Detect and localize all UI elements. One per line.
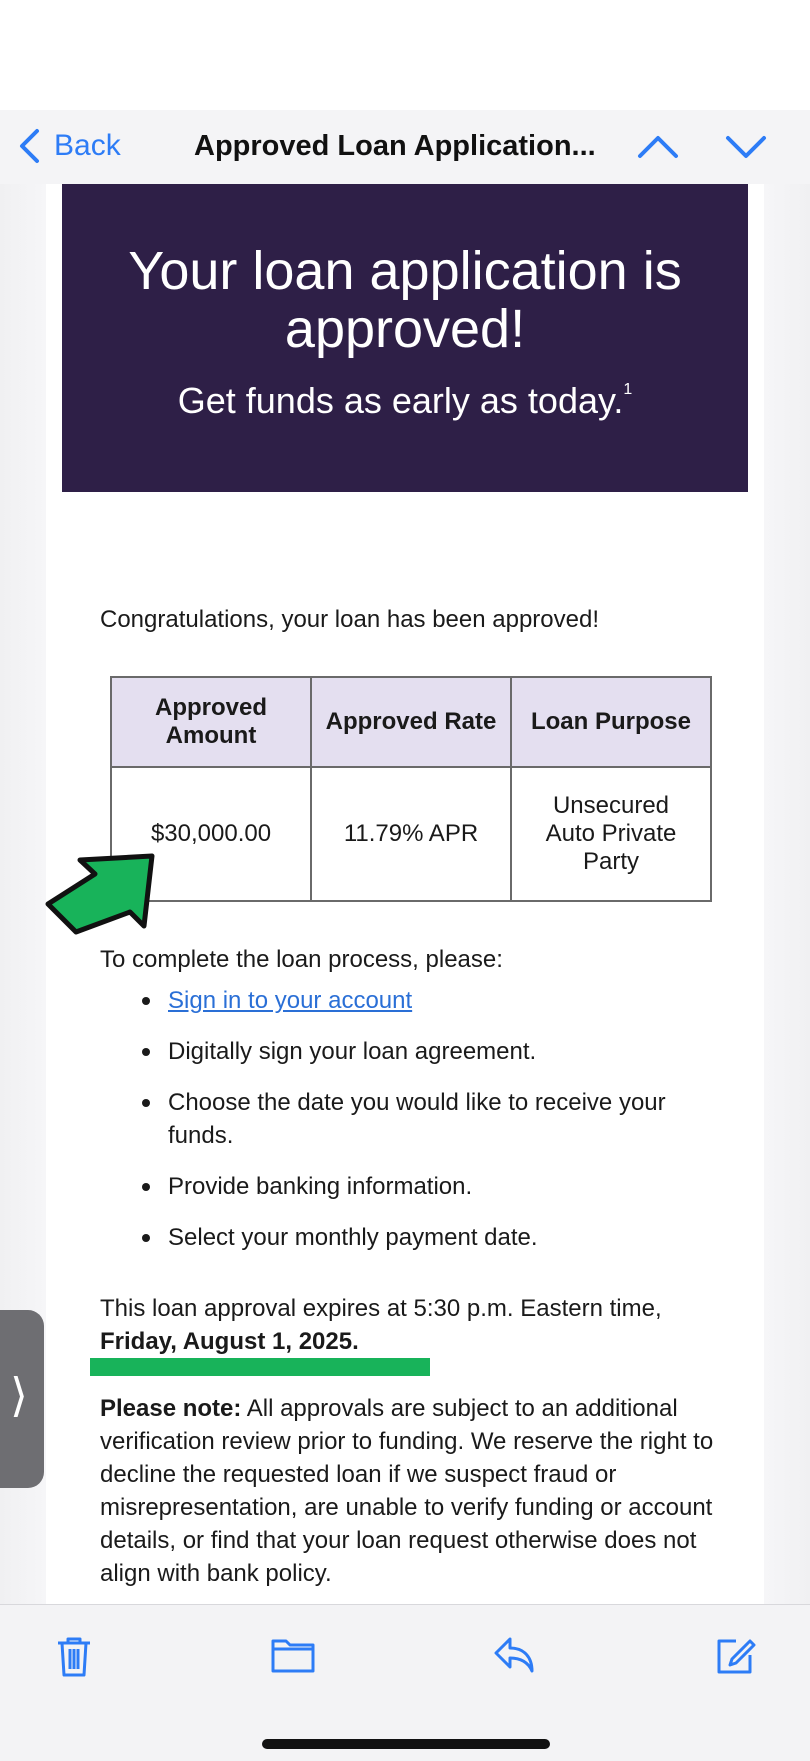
- list-item: Digitally sign your loan agreement.: [138, 1035, 698, 1068]
- reply-button[interactable]: [492, 1635, 536, 1680]
- banner-headline: Your loan application is approved!: [128, 241, 682, 359]
- loan-details-table: Approved Amount Approved Rate Loan Purpo…: [110, 676, 712, 902]
- note-label: Please note:: [100, 1395, 242, 1422]
- header-approved-amount: Approved Amount: [110, 676, 312, 768]
- right-gutter: [764, 184, 810, 1604]
- bottom-toolbar: [0, 1604, 810, 1761]
- compose-button[interactable]: [714, 1635, 756, 1682]
- note-text: All approvals are subject to an addition…: [100, 1395, 714, 1587]
- list-item: Choose the date you would like to receiv…: [138, 1086, 698, 1152]
- header-loan-purpose: Loan Purpose: [510, 676, 712, 768]
- cell-approved-rate: 11.79% APR: [310, 766, 512, 902]
- previous-message-button[interactable]: [636, 130, 680, 167]
- trash-button[interactable]: [54, 1635, 94, 1684]
- side-panel-handle[interactable]: ⟩: [0, 1310, 44, 1488]
- expiration-notice: This loan approval expires at 5:30 p.m. …: [100, 1292, 720, 1358]
- approval-banner: Your loan application is approved! Get f…: [62, 184, 748, 492]
- mail-nav-bar: Back Approved Loan Application...: [0, 110, 810, 185]
- home-indicator[interactable]: [262, 1739, 550, 1749]
- chevron-right-icon: ⟩: [10, 1369, 28, 1421]
- back-button[interactable]: Back: [18, 126, 121, 166]
- verification-note: Please note: All approvals are subject t…: [100, 1392, 720, 1590]
- chevron-left-icon: [20, 129, 39, 163]
- cell-loan-purpose: Unsecured Auto Private Party: [510, 766, 712, 902]
- sign-in-link[interactable]: Sign in to your account: [168, 987, 412, 1014]
- chevron-up-icon: [638, 136, 678, 158]
- footnote-marker: 1: [623, 381, 633, 398]
- chevron-down-icon: [726, 136, 766, 158]
- steps-list: Sign in to your account Digitally sign y…: [138, 984, 698, 1272]
- green-arrow-icon: [45, 853, 155, 935]
- list-item: Sign in to your account: [138, 984, 698, 1017]
- compose-icon: [717, 1639, 756, 1674]
- expiration-text: This loan approval expires at 5:30 p.m. …: [100, 1295, 662, 1322]
- table-header-row: Approved Amount Approved Rate Loan Purpo…: [110, 676, 712, 768]
- list-item: Select your monthly payment date.: [138, 1221, 698, 1254]
- move-to-folder-button[interactable]: [270, 1635, 316, 1680]
- banner-subhead: Get funds as early as today.1: [62, 380, 748, 422]
- next-message-button[interactable]: [724, 130, 768, 167]
- congratulations-text: Congratulations, your loan has been appr…: [100, 606, 600, 633]
- steps-intro: To complete the loan process, please:: [100, 946, 503, 973]
- highlight-underline: [90, 1358, 430, 1376]
- table-row: $30,000.00 11.79% APR Unsecured Auto Pri…: [110, 766, 712, 902]
- reply-icon: [494, 1637, 534, 1673]
- header-approved-rate: Approved Rate: [310, 676, 512, 768]
- folder-icon: [271, 1639, 315, 1673]
- expiration-date: Friday, August 1, 2025.: [100, 1328, 359, 1355]
- banner-subhead-text: Get funds as early as today.: [177, 380, 624, 421]
- list-item: Provide banking information.: [138, 1170, 698, 1203]
- trash-icon: [58, 1637, 90, 1677]
- back-label: Back: [54, 129, 121, 162]
- message-subject-title: Approved Loan Application...: [194, 130, 596, 162]
